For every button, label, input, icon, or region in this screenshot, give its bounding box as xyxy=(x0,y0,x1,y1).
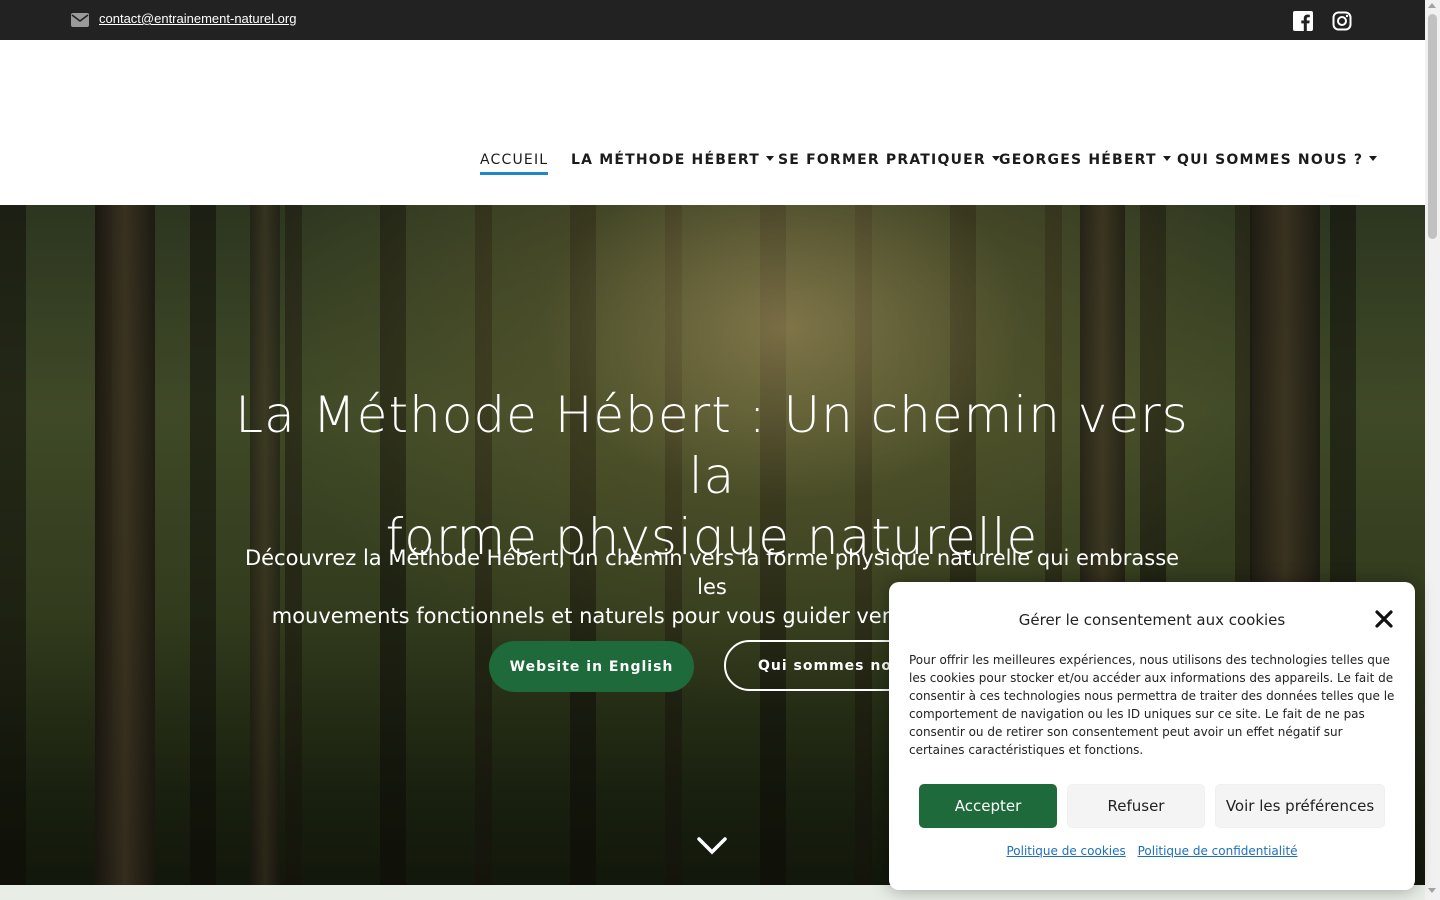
nav-item-methode-hebert[interactable]: LA MÉTHODE HÉBERT xyxy=(571,152,774,168)
nav-label: GEORGES HÉBERT xyxy=(999,152,1157,168)
nav-item-qui-sommes-nous[interactable]: QUI SOMMES NOUS ? xyxy=(1177,152,1378,168)
mail-icon xyxy=(71,13,89,27)
view-preferences-button[interactable]: Voir les préférences xyxy=(1215,784,1385,828)
hero-title: La Méthode Hébert : Un chemin vers la fo… xyxy=(212,385,1212,568)
cookie-consent-dialog: Gérer le consentement aux cookies Pour o… xyxy=(889,582,1415,890)
cookie-dialog-title: Gérer le consentement aux cookies xyxy=(1018,611,1286,629)
privacy-policy-link[interactable]: Politique de confidentialité xyxy=(1138,844,1298,858)
refuse-cookies-button[interactable]: Refuser xyxy=(1067,784,1205,828)
nav-label: LA MÉTHODE HÉBERT xyxy=(571,152,760,168)
caret-down-icon xyxy=(1162,155,1171,161)
cookie-policy-links: Politique de cookies Politique de confid… xyxy=(889,844,1415,858)
scrollbar-thumb[interactable] xyxy=(1428,14,1437,239)
caret-down-icon xyxy=(765,155,774,161)
accept-cookies-button[interactable]: Accepter xyxy=(919,784,1057,828)
caret-down-icon xyxy=(1369,155,1378,161)
nav-item-georges-hebert[interactable]: GEORGES HÉBERT xyxy=(999,152,1171,168)
chevron-down-icon[interactable] xyxy=(697,837,727,855)
nav-label: ACCUEIL xyxy=(480,152,549,168)
instagram-icon[interactable] xyxy=(1332,11,1352,31)
scroll-down-arrow-icon[interactable] xyxy=(1428,888,1436,893)
nav-label: SE FORMER PRATIQUER xyxy=(778,152,986,168)
scroll-up-arrow-icon[interactable] xyxy=(1428,3,1436,8)
nav-item-accueil[interactable]: ACCUEIL xyxy=(480,152,549,175)
cookie-dialog-text: Pour offrir les meilleures expériences, … xyxy=(909,653,1395,757)
site-header: ACCUEIL LA MÉTHODE HÉBERT SE FORMER PRAT… xyxy=(0,40,1425,205)
nav-label: QUI SOMMES NOUS ? xyxy=(1177,152,1364,168)
website-in-english-button[interactable]: Website in English xyxy=(489,641,694,692)
nav-item-se-former[interactable]: SE FORMER PRATIQUER xyxy=(778,152,1000,168)
top-bar: contact@entrainement-naturel.org xyxy=(0,0,1425,40)
cookie-policy-link[interactable]: Politique de cookies xyxy=(1006,844,1125,858)
close-icon[interactable] xyxy=(1375,610,1393,628)
facebook-icon[interactable] xyxy=(1293,11,1313,31)
background-tree-trunk xyxy=(95,205,155,885)
page-scrollbar[interactable] xyxy=(1425,0,1440,900)
contact-email-link[interactable]: contact@entrainement-naturel.org xyxy=(99,11,296,26)
hero-title-line: La Méthode Hébert : Un chemin vers la xyxy=(235,386,1189,505)
